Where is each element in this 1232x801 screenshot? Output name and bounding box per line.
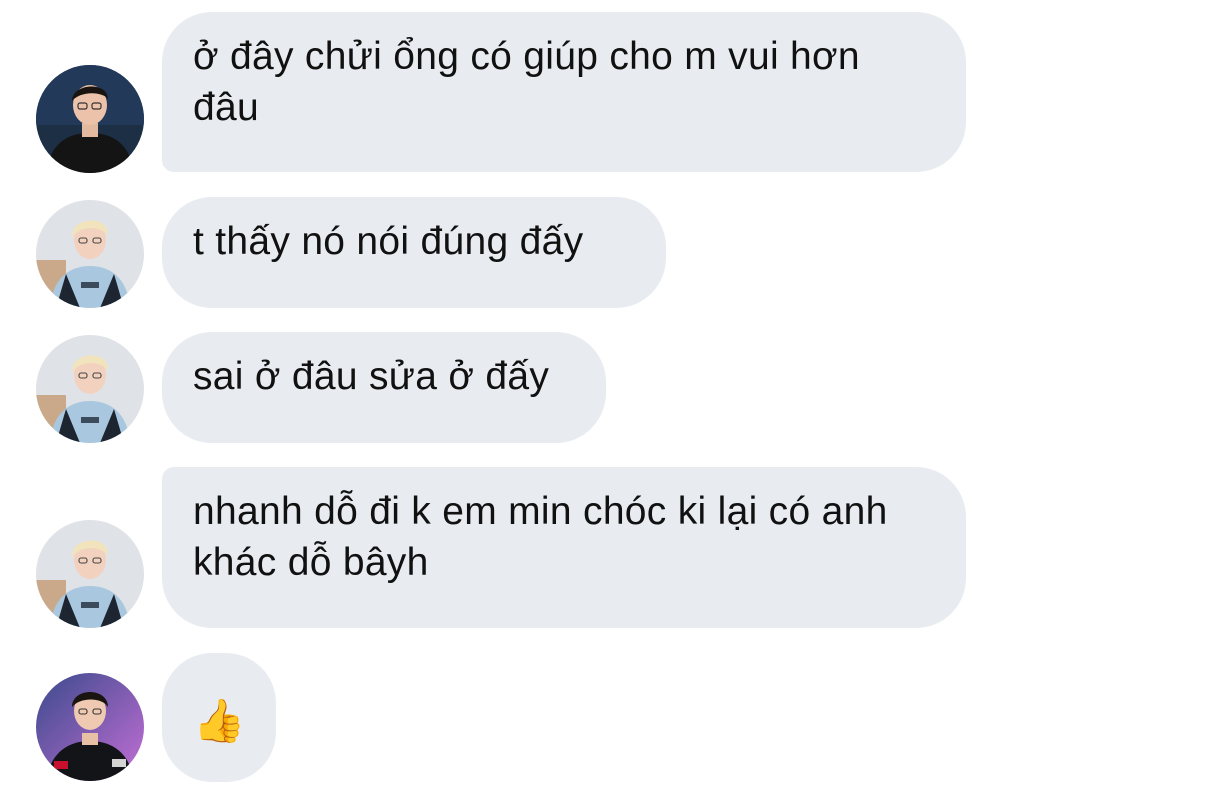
message-text: ở đây chửi ổng có giúp cho m vui hơn đâu — [193, 35, 860, 129]
avatar-dark-hoodie-icon — [36, 65, 144, 173]
message-text: sai ở đâu sửa ở đấy — [193, 355, 550, 398]
message-bubble[interactable]: nhanh dỗ đi k em min chóc ki lại có anh … — [162, 467, 966, 628]
message-bubble[interactable]: t thấy nó nói đúng đấy — [162, 197, 666, 308]
message-thread: ở đây chửi ổng có giúp cho m vui hơn đâu… — [0, 0, 1232, 801]
avatar-blonde-jacket-icon — [36, 200, 144, 308]
avatar[interactable] — [36, 200, 144, 308]
message-bubble[interactable]: sai ở đâu sửa ở đấy — [162, 332, 606, 443]
message-text: nhanh dỗ đi k em min chóc ki lại có anh … — [193, 490, 888, 584]
avatar[interactable] — [36, 520, 144, 628]
avatar[interactable] — [36, 65, 144, 173]
avatar-team-jersey-icon — [36, 673, 144, 781]
message-bubble[interactable]: 👍 — [162, 653, 276, 782]
thumbs-up-icon: 👍 — [193, 697, 246, 744]
avatar[interactable] — [36, 335, 144, 443]
avatar-blonde-jacket-icon — [36, 520, 144, 628]
avatar[interactable] — [36, 673, 144, 781]
message-text: t thấy nó nói đúng đấy — [193, 220, 584, 263]
message-bubble[interactable]: ở đây chửi ổng có giúp cho m vui hơn đâu — [162, 12, 966, 172]
avatar-blonde-jacket-icon — [36, 335, 144, 443]
